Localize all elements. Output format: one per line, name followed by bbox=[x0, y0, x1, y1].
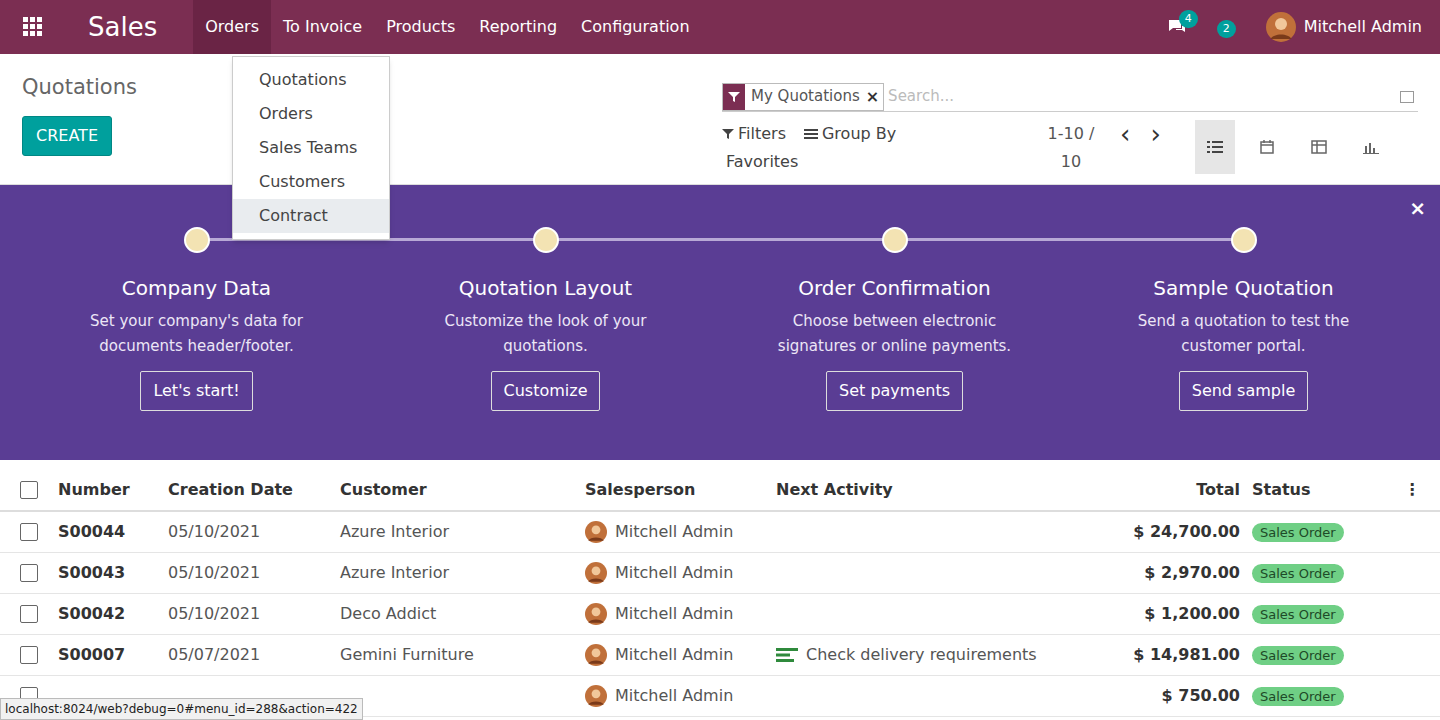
table-row[interactable]: S0000705/07/2021Gemini FurnitureMitchell… bbox=[0, 635, 1440, 676]
search-bar: My Quotations× bbox=[722, 82, 1418, 112]
onboarding-banner: × Company DataSet your company's data for… bbox=[0, 185, 1440, 460]
activities-button[interactable]: 2 bbox=[1217, 15, 1236, 39]
dropdown-item[interactable]: Quotations bbox=[233, 63, 389, 97]
status-badge: Sales Order bbox=[1252, 605, 1344, 624]
dropdown-item[interactable]: Orders bbox=[233, 97, 389, 131]
step-button[interactable]: Send sample bbox=[1179, 371, 1309, 411]
step-button[interactable]: Set payments bbox=[826, 371, 963, 411]
graph-view-icon[interactable] bbox=[1351, 120, 1391, 174]
messages-badge: 4 bbox=[1179, 10, 1198, 28]
onboarding-step: Sample QuotationSend a quotation to test… bbox=[1069, 227, 1418, 411]
favorites-button[interactable]: Favorites bbox=[722, 148, 1042, 176]
avatar-icon bbox=[585, 603, 607, 625]
row-checkbox[interactable] bbox=[20, 564, 38, 582]
facet-remove[interactable]: × bbox=[866, 85, 883, 109]
filters-button[interactable]: Filters bbox=[722, 120, 786, 148]
orders-dropdown: QuotationsOrdersSales TeamsCustomersCont… bbox=[232, 56, 390, 240]
table-header: NumberCreation DateCustomerSalespersonNe… bbox=[0, 470, 1440, 512]
table-row[interactable]: S0004405/10/2021Azure InteriorMitchell A… bbox=[0, 512, 1440, 553]
step-button[interactable]: Customize bbox=[491, 371, 601, 411]
browser-status-bar: localhost:8024/web?debug=0#menu_id=288&a… bbox=[0, 698, 363, 720]
pager-next[interactable]: › bbox=[1144, 120, 1166, 148]
row-checkbox[interactable] bbox=[20, 646, 38, 664]
select-all-checkbox[interactable] bbox=[20, 481, 38, 499]
search-input[interactable] bbox=[884, 85, 1400, 108]
onboarding-step: Company DataSet your company's data for … bbox=[22, 227, 371, 411]
step-dot bbox=[1231, 227, 1257, 253]
nav-menu-item[interactable]: Reporting bbox=[467, 0, 569, 54]
dropdown-item[interactable]: Sales Teams bbox=[233, 131, 389, 165]
filter-icon bbox=[723, 84, 745, 110]
dropdown-item[interactable]: Contract bbox=[233, 199, 389, 233]
step-dot bbox=[882, 227, 908, 253]
pivot-view-icon[interactable] bbox=[1299, 120, 1339, 174]
user-menu[interactable]: Mitchell Admin bbox=[1266, 12, 1440, 42]
search-options-icon[interactable] bbox=[1400, 91, 1414, 103]
onboarding-step: Quotation LayoutCustomize the look of yo… bbox=[371, 227, 720, 411]
nav-menu-item[interactable]: Configuration bbox=[569, 0, 702, 54]
optional-columns[interactable]: ⋮ bbox=[1400, 478, 1420, 502]
step-button[interactable]: Let's start! bbox=[140, 371, 252, 411]
avatar-icon bbox=[1266, 12, 1296, 42]
onboarding-step: Order ConfirmationChoose between electro… bbox=[720, 227, 1069, 411]
app-name[interactable]: Sales bbox=[66, 8, 193, 47]
list-view-icon[interactable] bbox=[1195, 120, 1235, 174]
search-facet: My Quotations× bbox=[722, 83, 884, 111]
avatar-icon bbox=[585, 644, 607, 666]
messages-button[interactable]: 4 bbox=[1167, 18, 1187, 36]
step-dot bbox=[533, 227, 559, 253]
apps-menu-icon[interactable] bbox=[0, 17, 66, 37]
status-badge: Sales Order bbox=[1252, 564, 1344, 583]
top-navbar: SalesOrdersTo InvoiceProductsReportingCo… bbox=[0, 0, 1440, 54]
status-badge: Sales Order bbox=[1252, 687, 1344, 706]
control-panel: Quotations CREATE My Quotations× Filters Gro… bbox=[0, 54, 1440, 185]
calendar-view-icon[interactable] bbox=[1247, 120, 1287, 174]
avatar-icon bbox=[585, 685, 607, 707]
row-checkbox[interactable] bbox=[20, 523, 38, 541]
table-row[interactable]: S0004305/10/2021Azure InteriorMitchell A… bbox=[0, 553, 1440, 594]
row-checkbox[interactable] bbox=[20, 605, 38, 623]
group-by-button[interactable]: Group By bbox=[804, 120, 896, 148]
activities-badge: 2 bbox=[1217, 20, 1236, 38]
avatar-icon bbox=[585, 562, 607, 584]
create-button[interactable]: CREATE bbox=[22, 116, 112, 156]
nav-menu-item[interactable]: Products bbox=[374, 0, 467, 54]
step-dot bbox=[184, 227, 210, 253]
status-badge: Sales Order bbox=[1252, 523, 1344, 542]
status-badge: Sales Order bbox=[1252, 646, 1344, 665]
dropdown-item[interactable]: Customers bbox=[233, 165, 389, 199]
quotations-table: NumberCreation DateCustomerSalespersonNe… bbox=[0, 470, 1440, 717]
nav-menu-item[interactable]: Orders bbox=[193, 0, 271, 54]
activity-icon bbox=[776, 647, 798, 663]
avatar-icon bbox=[585, 521, 607, 543]
pager: 1-10 / 10 bbox=[1042, 120, 1100, 176]
banner-close[interactable]: × bbox=[1409, 193, 1426, 223]
pager-prev[interactable]: ‹ bbox=[1114, 120, 1136, 148]
nav-menu-item[interactable]: To Invoice bbox=[271, 0, 374, 54]
table-row[interactable]: S0004205/10/2021Deco AddictMitchell Admi… bbox=[0, 594, 1440, 635]
odoo-sales-page: SalesOrdersTo InvoiceProductsReportingCo… bbox=[0, 0, 1440, 720]
